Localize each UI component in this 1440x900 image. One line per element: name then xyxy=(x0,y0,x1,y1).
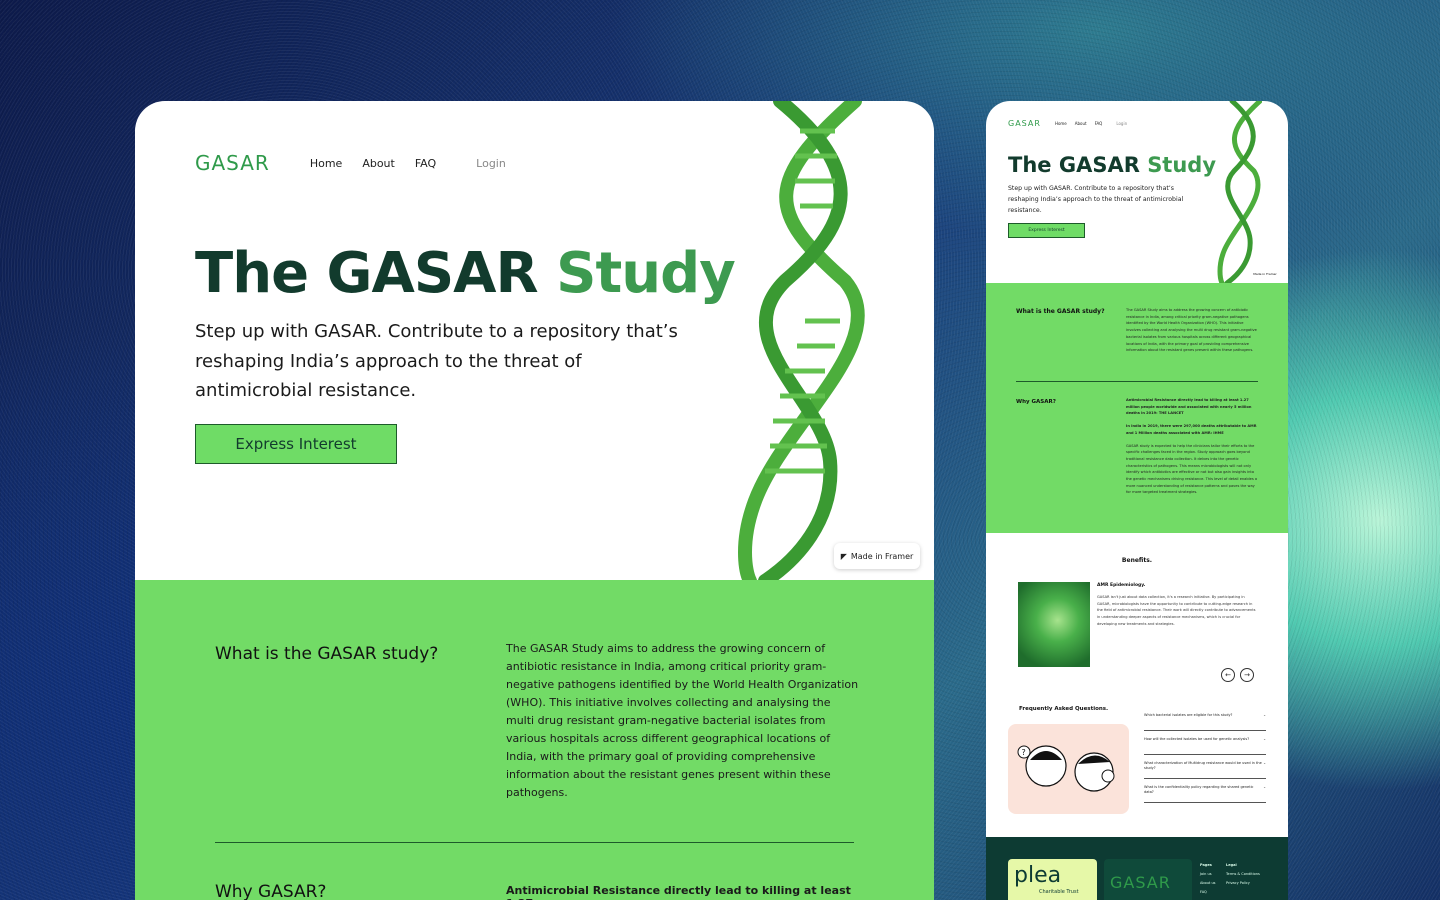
mobile-gasar-logo[interactable]: GASAR xyxy=(1008,119,1041,128)
hero-title-green: Study xyxy=(556,241,736,306)
mobile-footer: plea Charitable Trust GASAR Pages Join u… xyxy=(986,837,1288,900)
desktop-navbar: GASAR Home About FAQ Login xyxy=(195,151,506,175)
footer-gasar-logo-word: GASAR xyxy=(1110,873,1171,892)
plea-logo[interactable]: plea Charitable Trust xyxy=(1008,859,1097,900)
mobile-nav-home[interactable]: Home xyxy=(1055,121,1067,126)
chevron-down-icon: ⌄ xyxy=(1263,737,1266,741)
mobile-preview: GASAR Home About FAQ Login The GASAR Stu… xyxy=(986,101,1288,900)
benefit-image xyxy=(1018,582,1090,667)
mobile-made-in-framer-badge[interactable]: Made in Framer xyxy=(1250,269,1280,279)
mobile-express-interest-button[interactable]: Express Interest xyxy=(1008,223,1085,238)
chevron-down-icon: ⌄ xyxy=(1263,761,1266,765)
mobile-nav-faq[interactable]: FAQ xyxy=(1095,121,1103,126)
mobile-why-stat-1: Antimicrobial Resistance directly lead t… xyxy=(1126,398,1252,416)
mobile-dna-helix-image xyxy=(1217,101,1262,283)
nav-faq[interactable]: FAQ xyxy=(415,157,436,170)
dna-helix-image xyxy=(738,101,865,581)
footer-legal-title: Legal xyxy=(1226,863,1237,867)
mobile-nav-about[interactable]: About xyxy=(1075,121,1087,126)
nav-links: Home About FAQ xyxy=(310,157,436,170)
nav-home[interactable]: Home xyxy=(310,157,342,170)
mobile-section-divider xyxy=(1016,381,1258,382)
hero-title-dark: The GASAR xyxy=(195,241,557,306)
footer-link-join[interactable]: Join us xyxy=(1200,872,1212,876)
mobile-hero-title-green: Study xyxy=(1147,153,1217,177)
mobile-hero-title-dark: The GASAR xyxy=(1008,153,1148,177)
faq-list: Which bacterial isolates are eligible fo… xyxy=(1144,711,1266,807)
benefit-item-text: GASAR isn't just about data collection, … xyxy=(1097,595,1256,626)
chevron-down-icon: ⌄ xyxy=(1263,713,1266,717)
faq-title: Frequently Asked Questions. xyxy=(1019,706,1109,712)
footer-link-faq[interactable]: FAQ xyxy=(1200,890,1207,894)
plea-logo-word: plea xyxy=(1014,863,1062,888)
mobile-navbar: GASAR Home About FAQ Login xyxy=(1008,119,1127,128)
faq-item[interactable]: Which bacterial isolates are eligible fo… xyxy=(1144,711,1266,731)
why-answer-lead: Antimicrobial Resistance directly lead t… xyxy=(506,884,851,900)
gasar-logo[interactable]: GASAR xyxy=(195,151,270,175)
what-question: What is the GASAR study? xyxy=(215,644,439,664)
plea-logo-sub: Charitable Trust xyxy=(1039,889,1079,895)
footer-pages: Pages Join us About us FAQ xyxy=(1200,861,1216,897)
benefits-title: Benefits. xyxy=(1121,557,1153,564)
about-section: What is the GASAR study? The GASAR Study… xyxy=(135,580,934,900)
why-question: Why GASAR? xyxy=(215,882,327,900)
faq-question: How will the collected isolates be used … xyxy=(1144,737,1250,741)
faq-item[interactable]: What is the confidentiality policy regar… xyxy=(1144,783,1266,803)
mobile-nav-links: Home About FAQ xyxy=(1055,121,1102,126)
faq-question: What is the confidentiality policy regar… xyxy=(1144,785,1254,794)
svg-text:?: ? xyxy=(1022,748,1026,757)
footer-link-terms[interactable]: Terms & Conditions xyxy=(1226,872,1260,876)
faq-item[interactable]: What characterization of Multidrug resis… xyxy=(1144,759,1266,779)
mobile-login-link[interactable]: Login xyxy=(1116,121,1127,126)
login-link[interactable]: Login xyxy=(476,157,506,170)
mobile-what-question: What is the GASAR study? xyxy=(1016,308,1105,315)
mobile-why-stat-2: In India in 2019, there were 297,000 dea… xyxy=(1126,424,1257,435)
made-in-framer-badge[interactable]: ◤ Made in Framer xyxy=(834,543,920,569)
mobile-why-body: GASAR study is expected to help the clin… xyxy=(1126,443,1258,495)
faq-question: Which bacterial isolates are eligible fo… xyxy=(1144,713,1233,717)
what-answer: The GASAR Study aims to address the grow… xyxy=(506,642,859,799)
faq-item[interactable]: How will the collected isolates be used … xyxy=(1144,735,1266,755)
express-interest-button[interactable]: Express Interest xyxy=(195,424,397,464)
made-in-framer-label: Made in Framer xyxy=(850,551,914,561)
mobile-about-section: What is the GASAR study? The GASAR Study… xyxy=(986,283,1288,533)
mobile-what-answer: The GASAR Study aims to address the grow… xyxy=(1126,308,1257,353)
faq-people-illustration: ? xyxy=(1017,745,1115,792)
prev-arrow-icon[interactable]: ← xyxy=(1221,668,1235,682)
faq-illustration: ? xyxy=(1008,724,1129,814)
footer-pages-title: Pages xyxy=(1200,863,1212,867)
footer-link-about[interactable]: About us xyxy=(1200,881,1216,885)
nav-about[interactable]: About xyxy=(362,157,395,170)
mobile-why-question: Why GASAR? xyxy=(1016,399,1056,405)
mobile-hero-subtitle: Step up with GASAR. Contribute to a repo… xyxy=(1008,185,1184,214)
hero-title: The GASAR Study xyxy=(195,241,736,306)
mobile-hero-title: The GASAR Study xyxy=(1008,153,1216,177)
section-divider xyxy=(215,842,854,843)
hero-subtitle: Step up with GASAR. Contribute to a repo… xyxy=(195,321,678,401)
desktop-preview: GASAR Home About FAQ Login The GASAR Stu… xyxy=(135,101,934,900)
footer-legal: Legal Terms & Conditions Privacy Policy xyxy=(1226,861,1260,888)
faq-question: What characterization of Multidrug resis… xyxy=(1144,761,1262,770)
footer-link-privacy[interactable]: Privacy Policy xyxy=(1226,881,1250,885)
mobile-why-answer: Antimicrobial Resistance directly lead t… xyxy=(1126,397,1258,496)
footer-gasar-logo[interactable]: GASAR xyxy=(1104,859,1192,900)
benefit-item-title: AMR Epidemiology. xyxy=(1097,583,1146,588)
chevron-down-icon: ⌄ xyxy=(1263,785,1266,789)
framer-icon: ◤ xyxy=(840,551,847,561)
next-arrow-icon[interactable]: → xyxy=(1240,668,1254,682)
